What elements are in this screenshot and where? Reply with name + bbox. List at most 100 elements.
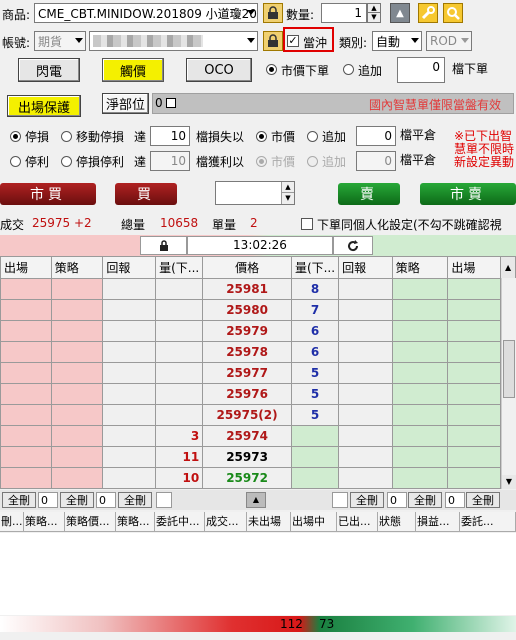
price-cell[interactable]: 25975(2) (202, 404, 292, 426)
account-select[interactable] (89, 31, 258, 51)
collapse-icon[interactable]: ▲ (390, 3, 410, 23)
lock-icon[interactable] (263, 31, 283, 51)
ask-exit-cell[interactable] (447, 446, 502, 468)
orders-col-header[interactable]: 狀態 (378, 512, 416, 531)
bid-report-cell[interactable] (102, 299, 157, 321)
bid-exit-cell[interactable] (0, 467, 52, 489)
ask-strategy-cell[interactable] (391, 446, 449, 468)
bid-qty-cell[interactable] (155, 299, 204, 321)
book-row[interactable]: 25977 5 (0, 362, 516, 384)
col-bid-qty[interactable]: 量(下... (155, 256, 204, 279)
orders-col-header[interactable]: 已出... (337, 512, 378, 531)
stopprofit-radio[interactable] (10, 156, 21, 167)
bid-qty-cell[interactable] (155, 320, 204, 342)
price-spinner[interactable]: ▲ ▼ (281, 182, 294, 204)
stopprofit-ticks-input[interactable]: 10 (150, 151, 190, 171)
bid-exit-cell[interactable] (0, 278, 52, 300)
ask-exit-cell[interactable] (447, 320, 502, 342)
price-cell[interactable]: 25972 (202, 467, 292, 489)
delete-all-button[interactable]: 全刪 (408, 492, 442, 508)
ask-report-cell[interactable] (338, 383, 393, 405)
ask-qty-cell[interactable]: 8 (290, 278, 340, 300)
qty-input[interactable]: 1 (321, 3, 367, 23)
ask-report-cell[interactable] (338, 446, 393, 468)
bid-strategy-cell[interactable] (50, 278, 104, 300)
bid-exit-cell[interactable] (0, 425, 52, 447)
bid-qty-cell[interactable]: 3 (155, 425, 204, 447)
stoploss-radio[interactable] (10, 131, 21, 142)
price-cell[interactable]: 25977 (202, 362, 292, 384)
daytrade-checkbox[interactable]: ✓ (287, 35, 299, 47)
bid-strategy-cell[interactable] (50, 341, 104, 363)
bid-exit-cell[interactable] (0, 299, 52, 321)
price-cell[interactable]: 25976 (202, 383, 292, 405)
stopprofit-chase-input[interactable]: 0 (356, 151, 396, 171)
bid-strategy-cell[interactable] (50, 467, 104, 489)
wrench-icon[interactable] (418, 3, 438, 23)
ask-strategy-cell[interactable] (391, 383, 449, 405)
refresh-icon[interactable] (333, 236, 373, 255)
ask-qty-cell[interactable] (290, 467, 340, 489)
book-row[interactable]: 25976 5 (0, 383, 516, 405)
stopprofit-market-radio[interactable] (256, 156, 267, 167)
col-ask-report[interactable]: 回報 (338, 256, 393, 279)
book-row[interactable]: 25980 7 (0, 299, 516, 321)
spin-up-icon[interactable]: ▲ (368, 4, 380, 13)
col-price[interactable]: 價格 (202, 256, 292, 279)
price-cell[interactable]: 25979 (202, 320, 292, 342)
bid-report-cell[interactable] (102, 425, 157, 447)
bid-exit-cell[interactable] (0, 404, 52, 426)
buy-button[interactable]: 買 (115, 183, 177, 205)
col-ask-qty[interactable]: 量(下... (290, 256, 340, 279)
flash-button[interactable]: 閃電 (18, 58, 80, 82)
stoploss-ticks-input[interactable]: 10 (150, 126, 190, 146)
bid-report-cell[interactable] (102, 446, 157, 468)
bid-strategy-cell[interactable] (50, 362, 104, 384)
col-ask-strategy[interactable]: 策略 (391, 256, 449, 279)
ask-exit-cell[interactable] (447, 362, 502, 384)
ask-report-cell[interactable] (338, 425, 393, 447)
lock-icon[interactable] (263, 3, 283, 23)
ask-strategy-cell[interactable] (391, 278, 449, 300)
delete-all-button[interactable]: 全刪 (60, 492, 94, 508)
rod-select[interactable]: ROD (426, 31, 472, 51)
orders-col-header[interactable]: 委託中... (155, 512, 205, 531)
ask-exit-cell[interactable] (447, 383, 502, 405)
bid-report-cell[interactable] (102, 404, 157, 426)
ask-qty-cell[interactable]: 6 (290, 320, 340, 342)
ask-report-cell[interactable] (338, 341, 393, 363)
book-row[interactable]: 11 25973 (0, 446, 516, 468)
scroll-up-icon[interactable]: ▲ (500, 256, 516, 279)
stoploss-market-radio[interactable] (256, 131, 267, 142)
bid-qty-cell[interactable] (155, 362, 204, 384)
book-row[interactable]: 25978 6 (0, 341, 516, 363)
price-cell[interactable]: 25974 (202, 425, 292, 447)
orders-col-header[interactable]: 未出場 (247, 512, 291, 531)
orders-col-header[interactable]: 成交... (205, 512, 247, 531)
bid-qty-cell[interactable] (155, 383, 204, 405)
orders-col-header[interactable]: 策略價... (65, 512, 116, 531)
stoploss-chase-radio[interactable] (307, 131, 318, 142)
category-select[interactable]: 自動 (372, 31, 422, 51)
ask-exit-cell[interactable] (447, 425, 502, 447)
bid-qty-cell[interactable]: 11 (155, 446, 204, 468)
net-position-button[interactable]: 淨部位 (102, 93, 149, 114)
lock-icon[interactable] (140, 236, 187, 255)
ask-qty-cell[interactable]: 5 (290, 362, 340, 384)
bid-exit-cell[interactable] (0, 362, 52, 384)
spin-down-icon[interactable]: ▼ (282, 193, 294, 203)
ask-qty-cell[interactable] (290, 446, 340, 468)
bid-strategy-cell[interactable] (50, 320, 104, 342)
ask-exit-cell[interactable] (447, 404, 502, 426)
book-row[interactable]: 25979 6 (0, 320, 516, 342)
ask-strategy-cell[interactable] (391, 404, 449, 426)
bid-exit-cell[interactable] (0, 341, 52, 363)
market-buy-button[interactable]: 市買 (0, 183, 96, 205)
bid-qty-cell[interactable] (155, 404, 204, 426)
chase-radio[interactable] (343, 64, 354, 75)
trailing-stop-radio[interactable] (61, 131, 72, 142)
orders-col-header[interactable]: 策略... (24, 512, 65, 531)
book-row[interactable]: 10 25972 (0, 467, 516, 489)
ask-qty-cell[interactable] (290, 425, 340, 447)
scroll-thumb[interactable] (503, 340, 515, 398)
